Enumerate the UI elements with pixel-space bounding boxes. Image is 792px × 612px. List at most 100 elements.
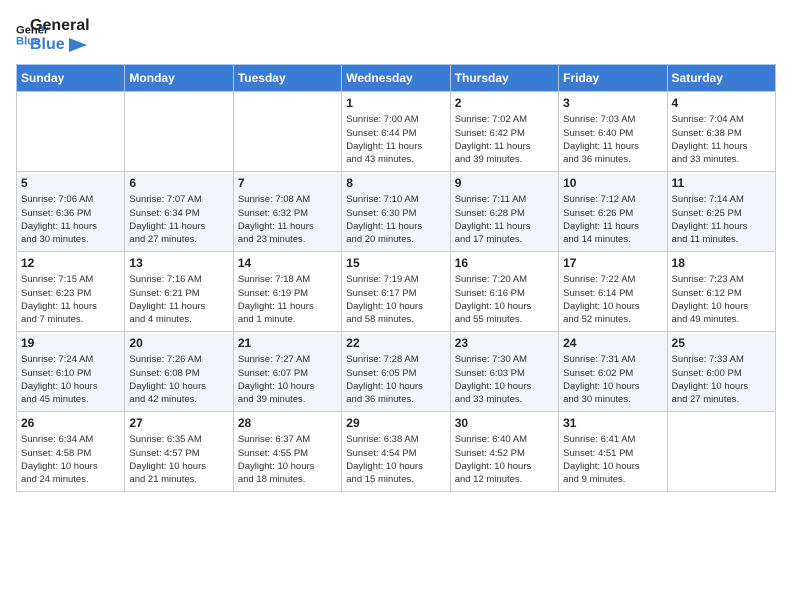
day-info: Sunrise: 7:22 AM Sunset: 6:14 PM Dayligh…: [563, 273, 662, 326]
day-info: Sunrise: 6:41 AM Sunset: 4:51 PM Dayligh…: [563, 433, 662, 486]
calendar-cell: 30 Sunrise: 6:40 AM Sunset: 4:52 PM Dayli…: [450, 412, 558, 492]
day-number: 12: [21, 256, 120, 270]
day-number: 15: [346, 256, 445, 270]
day-info: Sunrise: 7:11 AM Sunset: 6:28 PM Dayligh…: [455, 193, 554, 246]
calendar-cell: 23 Sunrise: 7:30 AM Sunset: 6:03 PM Dayli…: [450, 332, 558, 412]
day-number: 23: [455, 336, 554, 350]
day-number: 29: [346, 416, 445, 430]
page-header: General Blue General Blue: [16, 16, 776, 54]
day-info: Sunrise: 6:40 AM Sunset: 4:52 PM Dayligh…: [455, 433, 554, 486]
day-number: 13: [129, 256, 228, 270]
calendar-cell: 3 Sunrise: 7:03 AM Sunset: 6:40 PM Daylig…: [559, 92, 667, 172]
day-number: 20: [129, 336, 228, 350]
calendar-cell: [667, 412, 775, 492]
day-info: Sunrise: 7:28 AM Sunset: 6:05 PM Dayligh…: [346, 353, 445, 406]
calendar-cell: 16 Sunrise: 7:20 AM Sunset: 6:16 PM Dayli…: [450, 252, 558, 332]
calendar-cell: 18Sunrise: 7:23 AM Sunset: 6:12 PM Dayli…: [667, 252, 775, 332]
calendar-week-5: 26Sunrise: 6:34 AM Sunset: 4:58 PM Dayli…: [17, 412, 776, 492]
day-number: 21: [238, 336, 337, 350]
day-info: Sunrise: 7:04 AM Sunset: 6:38 PM Dayligh…: [672, 113, 771, 166]
day-number: 16: [455, 256, 554, 270]
calendar-table: SundayMondayTuesdayWednesdayThursdayFrid…: [16, 64, 776, 492]
day-number: 10: [563, 176, 662, 190]
day-number: 4: [672, 96, 771, 110]
calendar-cell: 26Sunrise: 6:34 AM Sunset: 4:58 PM Dayli…: [17, 412, 125, 492]
calendar-cell: 31 Sunrise: 6:41 AM Sunset: 4:51 PM Dayli…: [559, 412, 667, 492]
calendar-cell: 15Sunrise: 7:19 AM Sunset: 6:17 PM Dayli…: [342, 252, 450, 332]
calendar-cell: 14 Sunrise: 7:18 AM Sunset: 6:19 PM Dayli…: [233, 252, 341, 332]
weekday-header-tuesday: Tuesday: [233, 65, 341, 92]
logo: General Blue General Blue: [16, 16, 90, 54]
day-number: 9: [455, 176, 554, 190]
day-info: Sunrise: 7:06 AM Sunset: 6:36 PM Dayligh…: [21, 193, 120, 246]
day-info: Sunrise: 7:20 AM Sunset: 6:16 PM Dayligh…: [455, 273, 554, 326]
calendar-cell: 4 Sunrise: 7:04 AM Sunset: 6:38 PM Daylig…: [667, 92, 775, 172]
day-number: 11: [672, 176, 771, 190]
calendar-cell: 17 Sunrise: 7:22 AM Sunset: 6:14 PM Dayli…: [559, 252, 667, 332]
calendar-cell: 19Sunrise: 7:24 AM Sunset: 6:10 PM Dayli…: [17, 332, 125, 412]
weekday-header-row: SundayMondayTuesdayWednesdayThursdayFrid…: [17, 65, 776, 92]
calendar-cell: 28 Sunrise: 6:37 AM Sunset: 4:55 PM Dayli…: [233, 412, 341, 492]
day-number: 1: [346, 96, 445, 110]
calendar-week-2: 5Sunrise: 7:06 AM Sunset: 6:36 PM Daylig…: [17, 172, 776, 252]
logo-blue: Blue: [30, 35, 90, 54]
calendar-cell: 12 Sunrise: 7:15 AM Sunset: 6:23 PM Dayli…: [17, 252, 125, 332]
day-number: 7: [238, 176, 337, 190]
calendar-cell: 21Sunrise: 7:27 AM Sunset: 6:07 PM Dayli…: [233, 332, 341, 412]
day-number: 27: [129, 416, 228, 430]
day-info: Sunrise: 7:10 AM Sunset: 6:30 PM Dayligh…: [346, 193, 445, 246]
day-number: 28: [238, 416, 337, 430]
logo-general: General: [30, 16, 90, 35]
calendar-cell: [17, 92, 125, 172]
weekday-header-monday: Monday: [125, 65, 233, 92]
day-number: 25: [672, 336, 771, 350]
day-number: 19: [21, 336, 120, 350]
day-info: Sunrise: 7:31 AM Sunset: 6:02 PM Dayligh…: [563, 353, 662, 406]
day-number: 3: [563, 96, 662, 110]
calendar-cell: 5Sunrise: 7:06 AM Sunset: 6:36 PM Daylig…: [17, 172, 125, 252]
day-info: Sunrise: 6:38 AM Sunset: 4:54 PM Dayligh…: [346, 433, 445, 486]
day-number: 17: [563, 256, 662, 270]
weekday-header-wednesday: Wednesday: [342, 65, 450, 92]
day-number: 24: [563, 336, 662, 350]
calendar-cell: 6Sunrise: 7:07 AM Sunset: 6:34 PM Daylig…: [125, 172, 233, 252]
day-number: 22: [346, 336, 445, 350]
calendar-cell: 27Sunrise: 6:35 AM Sunset: 4:57 PM Dayli…: [125, 412, 233, 492]
weekday-header-saturday: Saturday: [667, 65, 775, 92]
calendar-cell: 24 Sunrise: 7:31 AM Sunset: 6:02 PM Dayli…: [559, 332, 667, 412]
calendar-cell: 8 Sunrise: 7:10 AM Sunset: 6:30 PM Daylig…: [342, 172, 450, 252]
day-info: Sunrise: 7:18 AM Sunset: 6:19 PM Dayligh…: [238, 273, 337, 326]
calendar-cell: 11 Sunrise: 7:14 AM Sunset: 6:25 PM Dayli…: [667, 172, 775, 252]
weekday-header-sunday: Sunday: [17, 65, 125, 92]
calendar-cell: [233, 92, 341, 172]
weekday-header-friday: Friday: [559, 65, 667, 92]
day-info: Sunrise: 7:07 AM Sunset: 6:34 PM Dayligh…: [129, 193, 228, 246]
day-info: Sunrise: 6:34 AM Sunset: 4:58 PM Dayligh…: [21, 433, 120, 486]
calendar-header: SundayMondayTuesdayWednesdayThursdayFrid…: [17, 65, 776, 92]
day-info: Sunrise: 7:15 AM Sunset: 6:23 PM Dayligh…: [21, 273, 120, 326]
day-info: Sunrise: 7:08 AM Sunset: 6:32 PM Dayligh…: [238, 193, 337, 246]
day-info: Sunrise: 7:23 AM Sunset: 6:12 PM Dayligh…: [672, 273, 771, 326]
day-info: Sunrise: 7:00 AM Sunset: 6:44 PM Dayligh…: [346, 113, 445, 166]
day-number: 14: [238, 256, 337, 270]
day-number: 30: [455, 416, 554, 430]
calendar-week-4: 19Sunrise: 7:24 AM Sunset: 6:10 PM Dayli…: [17, 332, 776, 412]
calendar-cell: 7 Sunrise: 7:08 AM Sunset: 6:32 PM Daylig…: [233, 172, 341, 252]
calendar-cell: 20Sunrise: 7:26 AM Sunset: 6:08 PM Dayli…: [125, 332, 233, 412]
calendar-week-3: 12 Sunrise: 7:15 AM Sunset: 6:23 PM Dayli…: [17, 252, 776, 332]
calendar-body: 1 Sunrise: 7:00 AM Sunset: 6:44 PM Daylig…: [17, 92, 776, 492]
day-info: Sunrise: 7:30 AM Sunset: 6:03 PM Dayligh…: [455, 353, 554, 406]
calendar-cell: 13 Sunrise: 7:16 AM Sunset: 6:21 PM Dayli…: [125, 252, 233, 332]
day-info: Sunrise: 6:37 AM Sunset: 4:55 PM Dayligh…: [238, 433, 337, 486]
logo-arrow-icon: [69, 38, 87, 52]
day-number: 2: [455, 96, 554, 110]
day-number: 31: [563, 416, 662, 430]
calendar-cell: 9 Sunrise: 7:11 AM Sunset: 6:28 PM Daylig…: [450, 172, 558, 252]
day-number: 8: [346, 176, 445, 190]
calendar-cell: 1 Sunrise: 7:00 AM Sunset: 6:44 PM Daylig…: [342, 92, 450, 172]
day-info: Sunrise: 7:14 AM Sunset: 6:25 PM Dayligh…: [672, 193, 771, 246]
day-info: Sunrise: 7:16 AM Sunset: 6:21 PM Dayligh…: [129, 273, 228, 326]
calendar-cell: 22 Sunrise: 7:28 AM Sunset: 6:05 PM Dayli…: [342, 332, 450, 412]
calendar-cell: 29 Sunrise: 6:38 AM Sunset: 4:54 PM Dayli…: [342, 412, 450, 492]
day-info: Sunrise: 7:03 AM Sunset: 6:40 PM Dayligh…: [563, 113, 662, 166]
